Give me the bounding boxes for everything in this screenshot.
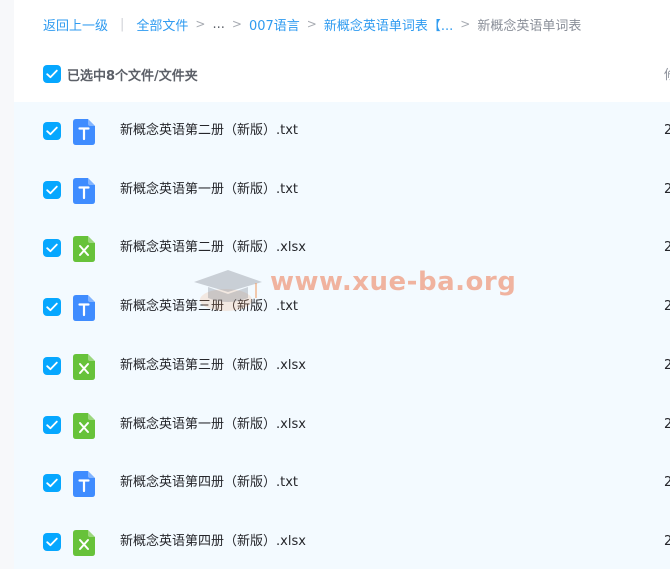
file-row[interactable]: 新概念英语第二册（新版）.xlsx 2 [14, 219, 670, 277]
modified-date-cell: 2 [664, 475, 670, 490]
excel-file-icon [73, 354, 95, 380]
breadcrumb-current: 新概念英语单词表 [477, 18, 582, 34]
breadcrumb-divider: | [120, 16, 125, 32]
file-row[interactable]: 新概念英语第三册（新版）.txt 2 [14, 278, 670, 336]
breadcrumb-item-ellipsis[interactable]: ... [212, 17, 224, 32]
file-checkbox[interactable] [43, 181, 61, 199]
check-icon [46, 420, 58, 430]
chevron-right-icon: > [231, 17, 242, 31]
file-row[interactable]: 新概念英语第三册（新版）.xlsx 2 [14, 337, 670, 395]
breadcrumb: 返回上一级 | 全部文件 > ... > 007语言 > 新概念英语单词表【..… [43, 14, 581, 34]
file-name[interactable]: 新概念英语第三册（新版）.xlsx [120, 357, 306, 375]
check-icon [46, 478, 58, 488]
check-icon [46, 243, 58, 253]
left-panel-edge [0, 0, 14, 569]
check-icon [46, 69, 58, 79]
check-icon [46, 185, 58, 195]
modified-date-cell: 2 [664, 358, 670, 373]
file-checkbox[interactable] [43, 239, 61, 257]
modified-date-cell: 2 [664, 240, 670, 255]
file-name[interactable]: 新概念英语第二册（新版）.xlsx [120, 239, 306, 257]
check-icon [46, 302, 58, 312]
text-file-icon [73, 178, 95, 204]
modified-column-header[interactable]: 修 [664, 64, 670, 83]
modified-date-cell: 2 [664, 299, 670, 314]
file-row[interactable]: 新概念英语第四册（新版）.xlsx 2 [14, 513, 670, 569]
modified-date-cell: 2 [664, 417, 670, 432]
chevron-right-icon: > [460, 17, 471, 31]
selection-count-label: 已选中8个文件/文件夹 [67, 68, 198, 84]
file-name[interactable]: 新概念英语第一册（新版）.xlsx [120, 416, 306, 434]
file-name[interactable]: 新概念英语第三册（新版）.txt [120, 298, 298, 316]
select-all-checkbox[interactable] [43, 65, 61, 83]
modified-date-cell: 2 [664, 534, 670, 549]
check-icon [46, 126, 58, 136]
file-checkbox[interactable] [43, 122, 61, 140]
excel-file-icon [73, 236, 95, 262]
selection-header: 已选中8个文件/文件夹 [43, 64, 198, 84]
chevron-right-icon: > [306, 17, 317, 31]
chevron-right-icon: > [195, 17, 206, 31]
file-browser: 返回上一级 | 全部文件 > ... > 007语言 > 新概念英语单词表【..… [0, 0, 670, 569]
breadcrumb-item-parent-folder[interactable]: 新概念英语单词表【... [324, 15, 453, 34]
file-checkbox[interactable] [43, 357, 61, 375]
file-row[interactable]: 新概念英语第一册（新版）.txt 2 [14, 161, 670, 219]
file-checkbox[interactable] [43, 298, 61, 316]
check-icon [46, 361, 58, 371]
breadcrumb-item-007[interactable]: 007语言 [249, 15, 300, 34]
excel-file-icon [73, 413, 95, 439]
breadcrumb-item-all-files[interactable]: 全部文件 [136, 15, 188, 34]
file-name[interactable]: 新概念英语第一册（新版）.txt [120, 181, 298, 199]
file-name[interactable]: 新概念英语第四册（新版）.xlsx [120, 533, 306, 551]
file-name[interactable]: 新概念英语第四册（新版）.txt [120, 474, 298, 492]
file-row[interactable]: 新概念英语第一册（新版）.xlsx 2 [14, 396, 670, 454]
file-name[interactable]: 新概念英语第二册（新版）.txt [120, 122, 298, 140]
modified-date-cell: 2 [664, 182, 670, 197]
file-row[interactable]: 新概念英语第二册（新版）.txt 2 [14, 102, 670, 160]
text-file-icon [73, 295, 95, 321]
modified-date-cell: 2 [664, 123, 670, 138]
file-checkbox[interactable] [43, 416, 61, 434]
check-icon [46, 537, 58, 547]
text-file-icon [73, 471, 95, 497]
file-checkbox[interactable] [43, 533, 61, 551]
back-link[interactable]: 返回上一级 [43, 15, 108, 34]
file-row[interactable]: 新概念英语第四册（新版）.txt 2 [14, 454, 670, 512]
file-list: 新概念英语第二册（新版）.txt 2 新概念英语第一册（新版）.txt 2 新概念英语第… [14, 102, 670, 569]
text-file-icon [73, 119, 95, 145]
file-checkbox[interactable] [43, 474, 61, 492]
excel-file-icon [73, 530, 95, 556]
